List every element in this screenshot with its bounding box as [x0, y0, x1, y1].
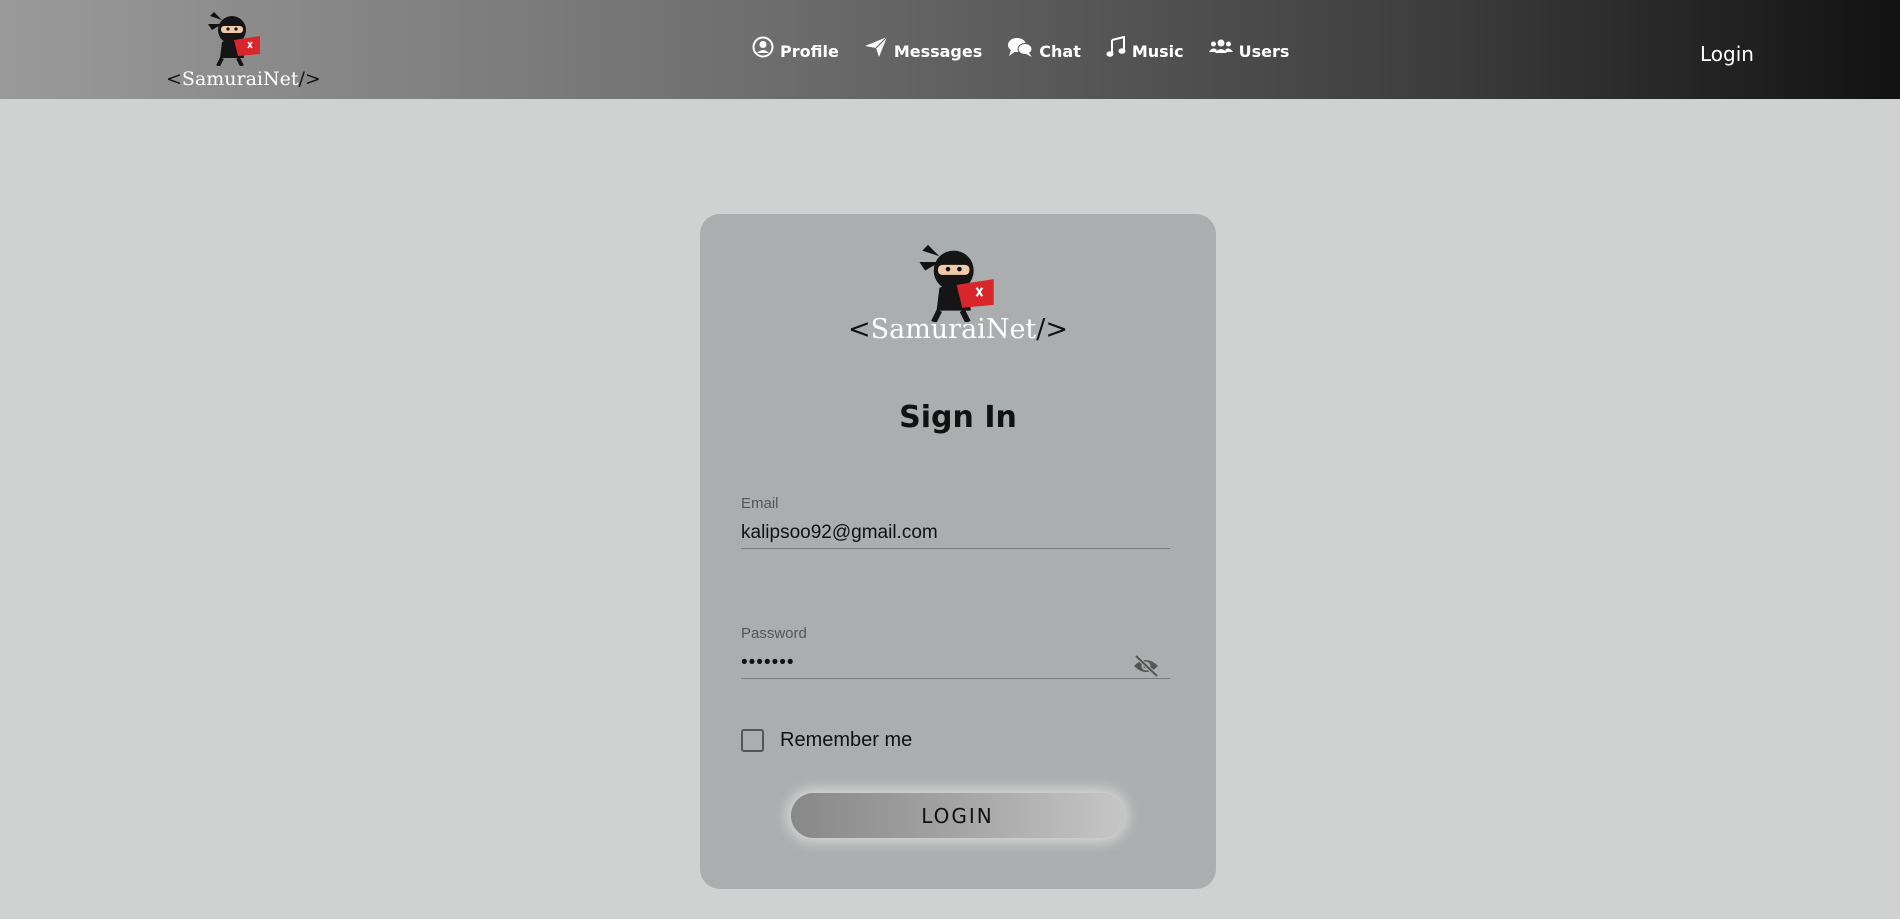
chat-bubbles-icon [1007, 36, 1033, 58]
brand-prefix: < [166, 68, 182, 90]
brand-suffix: /> [1036, 314, 1069, 345]
sign-in-card: <SamuraiNet/> Sign In Email Password Rem… [700, 214, 1216, 889]
toggle-password-visibility-button[interactable] [1131, 653, 1161, 679]
remember-me-label: Remember me [780, 729, 913, 751]
card-brand-logo: <SamuraiNet/> [700, 242, 1216, 352]
main-nav: Profile Messages Chat Music Users [752, 34, 1314, 68]
card-brand-wordmark: <SamuraiNet/> [700, 314, 1216, 345]
nav-item-users[interactable]: Users [1208, 39, 1290, 61]
brand-prefix: < [847, 314, 871, 345]
email-input[interactable] [741, 513, 1170, 549]
brand-core: SamuraiNet [870, 314, 1037, 345]
email-field-group: Email [741, 495, 1170, 549]
password-input[interactable] [741, 643, 1170, 679]
nav-label: Profile [780, 41, 839, 61]
brand-logo[interactable]: <SamuraiNet/> [166, 8, 321, 90]
ninja-logo-icon [208, 12, 260, 66]
eye-slash-icon [1134, 655, 1159, 677]
nav-label: Users [1238, 41, 1290, 61]
users-group-icon [1208, 38, 1233, 56]
header-login-link[interactable]: Login [1700, 42, 1754, 66]
nav-item-chat[interactable]: Chat [1007, 38, 1081, 62]
brand-suffix: /> [298, 68, 321, 90]
login-button[interactable]: LOGIN [791, 793, 1124, 838]
music-note-icon [1106, 36, 1126, 58]
password-label: Password [741, 625, 807, 642]
checkbox-box[interactable] [741, 729, 764, 752]
brand-core: SamuraiNet [181, 68, 299, 90]
ninja-logo-icon [919, 244, 994, 322]
email-label: Email [741, 495, 779, 512]
brand-wordmark: <SamuraiNet/> [166, 68, 321, 90]
nav-item-profile[interactable]: Profile [752, 36, 839, 62]
nav-item-music[interactable]: Music [1106, 36, 1184, 62]
user-circle-icon [752, 36, 774, 58]
remember-me-checkbox[interactable]: Remember me [741, 729, 912, 752]
password-field-group: Password [741, 625, 1170, 679]
nav-label: Music [1131, 41, 1184, 61]
paper-plane-icon [864, 36, 888, 58]
nav-item-messages[interactable]: Messages [864, 36, 983, 62]
sign-in-title: Sign In [899, 400, 1017, 435]
nav-label: Chat [1039, 41, 1081, 61]
top-navbar: <SamuraiNet/> Profile Messages Chat Musi… [0, 0, 1900, 99]
nav-label: Messages [893, 41, 983, 61]
